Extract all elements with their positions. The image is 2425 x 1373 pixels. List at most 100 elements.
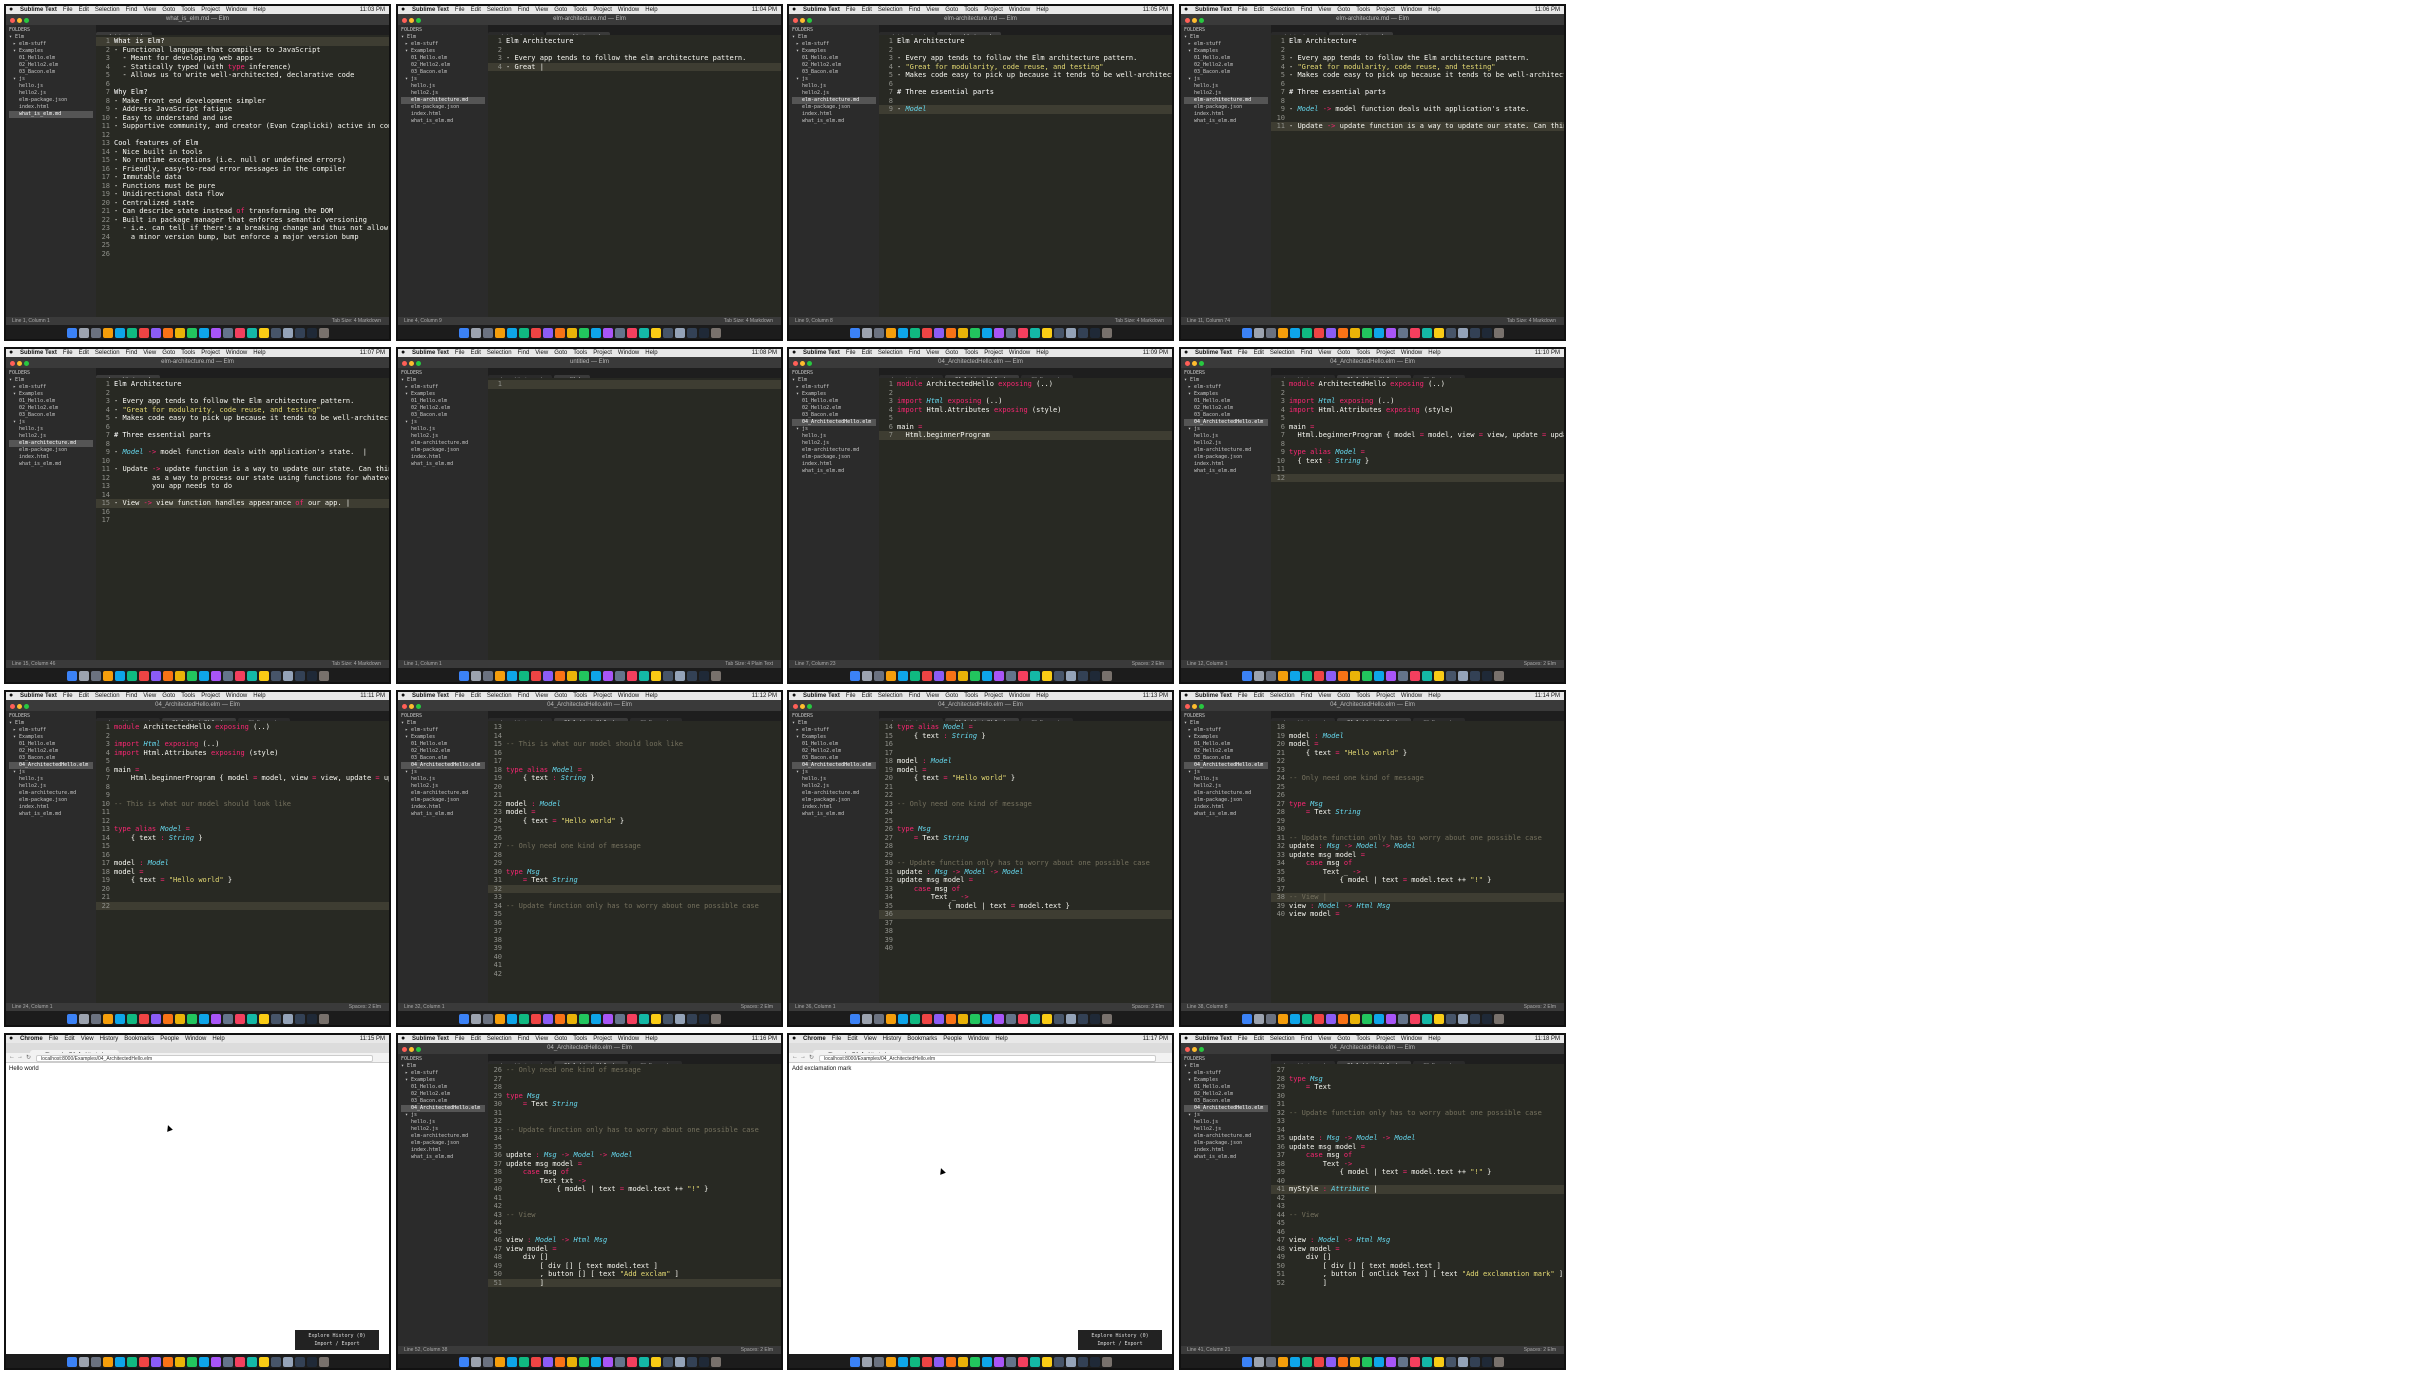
sidebar-file-item[interactable]: ▾ Examples [401, 391, 485, 398]
dock-app-icon[interactable] [1325, 671, 1336, 681]
sidebar-file-item[interactable]: hello2.js [401, 1126, 485, 1133]
dock-app-icon[interactable] [1029, 328, 1040, 338]
menu-item[interactable]: Window [185, 1036, 206, 1042]
dock-app-icon[interactable] [674, 671, 685, 681]
dock-app-icon[interactable] [993, 328, 1004, 338]
dock-app-icon[interactable] [1325, 328, 1336, 338]
menu-item[interactable]: Find [518, 7, 530, 13]
sidebar-file-item[interactable]: 02_Hello2.elm [401, 405, 485, 412]
dock-app-icon[interactable] [258, 328, 269, 338]
menu-item[interactable]: Edit [471, 7, 481, 13]
sidebar-file-item[interactable]: ▾ Examples [401, 48, 485, 55]
menu-item[interactable]: Project [201, 350, 220, 356]
dock-app-icon[interactable] [1481, 671, 1492, 681]
menu-item[interactable]: Edit [1254, 7, 1264, 13]
dock-app-icon[interactable] [470, 1357, 481, 1367]
menu-item[interactable]: View [143, 693, 156, 699]
sidebar-file-item[interactable]: ▾ Elm [401, 34, 485, 41]
code-editor[interactable]: 1 Elm Architecture 2 3- Every app tends to … [1271, 35, 1564, 317]
sidebar-file-item[interactable]: elm-architecture.md [1184, 447, 1268, 454]
dock-app-icon[interactable] [1017, 1357, 1028, 1367]
zoom-button[interactable] [24, 704, 29, 709]
menu-item[interactable]: Window [1009, 693, 1030, 699]
dock-app-icon[interactable] [1065, 1357, 1076, 1367]
menu-item[interactable]: Edit [847, 1036, 857, 1042]
dock-app-icon[interactable] [174, 1014, 185, 1024]
zoom-button[interactable] [416, 1047, 421, 1052]
dock-app-icon[interactable] [1313, 328, 1324, 338]
apple-icon[interactable]: ● [1184, 1035, 1188, 1043]
dock-app-icon[interactable] [1089, 671, 1100, 681]
menu-item[interactable]: File [846, 693, 856, 699]
menu-item[interactable]: Selection [95, 350, 120, 356]
dock-app-icon[interactable] [294, 671, 305, 681]
dock-app-icon[interactable] [1313, 1357, 1324, 1367]
dock-app-icon[interactable] [78, 328, 89, 338]
dock-app-icon[interactable] [662, 671, 673, 681]
menu-item[interactable]: File [63, 7, 73, 13]
app-name-menu[interactable]: Sublime Text [1195, 693, 1232, 699]
sidebar-file-item[interactable]: ▾ Examples [792, 391, 876, 398]
dock-app-icon[interactable] [933, 671, 944, 681]
dock-app-icon[interactable] [1469, 328, 1480, 338]
dock-app-icon[interactable] [1433, 328, 1444, 338]
menu-item[interactable]: Edit [79, 350, 89, 356]
code-editor[interactable]: 1 Elm Architecture 2 3- Every app tends to … [879, 35, 1172, 317]
dock-app-icon[interactable] [1077, 328, 1088, 338]
dock-app-icon[interactable] [1397, 671, 1408, 681]
dock-app-icon[interactable] [861, 1014, 872, 1024]
dock-app-icon[interactable] [1005, 1357, 1016, 1367]
dock-app-icon[interactable] [138, 328, 149, 338]
code-editor[interactable]: 1 [488, 378, 781, 660]
dock-app-icon[interactable] [933, 1357, 944, 1367]
sidebar-file-item[interactable]: hello2.js [401, 783, 485, 790]
menu-item[interactable]: Find [518, 1036, 530, 1042]
forward-arrow-icon[interactable]: → [17, 1054, 23, 1060]
sidebar-file-item[interactable]: what_is_elm.md [1184, 468, 1268, 475]
address-bar[interactable]: localhost:8000/Examples/04_ArchitectedHe… [36, 1055, 373, 1062]
sidebar-file-item[interactable]: ▾ Elm [792, 34, 876, 41]
dock-app-icon[interactable] [1253, 328, 1264, 338]
dock-app-icon[interactable] [933, 328, 944, 338]
syntax-indicator[interactable]: Spaces: 2 Elm [1524, 660, 1556, 668]
sidebar-file-item[interactable]: 03_Bacon.elm [792, 755, 876, 762]
sidebar-file-item[interactable]: what_is_elm.md [9, 461, 93, 468]
dock-app-icon[interactable] [1065, 1014, 1076, 1024]
dock-app-icon[interactable] [210, 328, 221, 338]
sidebar-file-item[interactable]: 01_Hello.elm [792, 55, 876, 62]
dock-app-icon[interactable] [1349, 671, 1360, 681]
dock-app-icon[interactable] [861, 1357, 872, 1367]
menu-item[interactable]: Goto [554, 1036, 567, 1042]
apple-icon[interactable]: ● [401, 692, 405, 700]
sidebar-file-item[interactable]: 04_ArchitectedHello.elm [1184, 762, 1268, 769]
sidebar-file-item[interactable]: index.html [1184, 461, 1268, 468]
dock-app-icon[interactable] [90, 1014, 101, 1024]
sidebar-file-item[interactable]: ▾ js [401, 1112, 485, 1119]
dock-app-icon[interactable] [306, 1357, 317, 1367]
sidebar-file-item[interactable]: elm-package.json [1184, 1140, 1268, 1147]
dock-app-icon[interactable] [90, 1357, 101, 1367]
minimize-button[interactable] [800, 361, 805, 366]
dock-app-icon[interactable] [258, 671, 269, 681]
dock-app-icon[interactable] [222, 1357, 233, 1367]
sidebar-file-item[interactable]: ▾ Examples [9, 734, 93, 741]
zoom-button[interactable] [416, 361, 421, 366]
dock-app-icon[interactable] [1041, 328, 1052, 338]
menu-item[interactable]: Tools [181, 350, 195, 356]
sidebar-file-item[interactable]: hello.js [9, 83, 93, 90]
sidebar-file-item[interactable]: what_is_elm.md [792, 118, 876, 125]
dock-app-icon[interactable] [849, 1357, 860, 1367]
sidebar-file-item[interactable]: elm-package.json [401, 797, 485, 804]
sidebar-file-item[interactable]: elm-package.json [792, 797, 876, 804]
sidebar-file-item[interactable]: ▾ Elm [1184, 34, 1268, 41]
sidebar-file-item[interactable]: ▾ Examples [1184, 391, 1268, 398]
syntax-indicator[interactable]: Spaces: 2 Elm [349, 1003, 381, 1011]
dock-app-icon[interactable] [897, 1357, 908, 1367]
dock-app-icon[interactable] [1253, 1357, 1264, 1367]
dock-app-icon[interactable] [518, 671, 529, 681]
menu-item[interactable]: Edit [471, 350, 481, 356]
menu-item[interactable]: Goto [554, 7, 567, 13]
dock-app-icon[interactable] [530, 1014, 541, 1024]
dock-app-icon[interactable] [674, 328, 685, 338]
menu-item[interactable]: View [535, 7, 548, 13]
